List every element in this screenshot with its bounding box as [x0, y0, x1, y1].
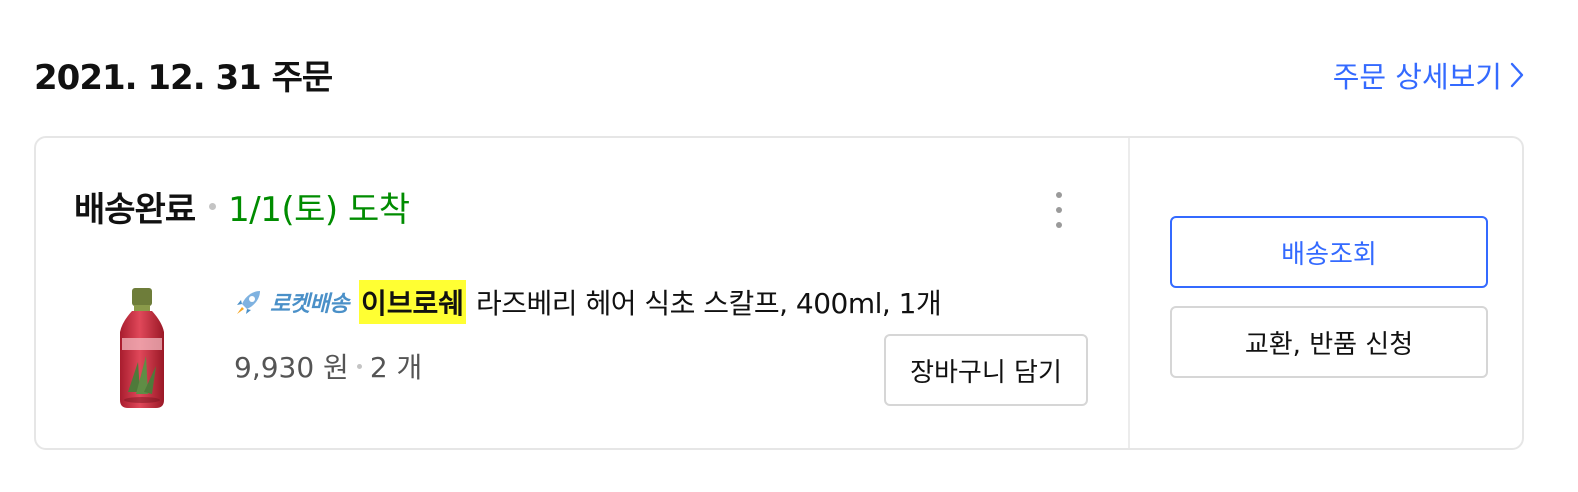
- order-card-main: 배송완료 1/1(토) 도착 로켓배송 이브로쉐 라즈베리 헤어 식초 스칼프,…: [36, 138, 1128, 448]
- delivery-status: 배송완료: [74, 190, 196, 230]
- arrival-date: 1/1(토) 도착: [228, 190, 410, 230]
- chevron-right-icon: [1510, 62, 1524, 88]
- more-vertical-icon[interactable]: [1044, 190, 1074, 230]
- order-header: 2021. 12. 31 주문 주문 상세보기: [34, 50, 1524, 100]
- rocket-delivery-label: 로켓배송: [270, 292, 349, 317]
- rocket-icon: [237, 291, 260, 314]
- delivery-status-row: 배송완료 1/1(토) 도착: [74, 182, 410, 231]
- separator-dot: [356, 363, 362, 369]
- price-quantity-row: 9,930 원 2 개: [234, 346, 422, 386]
- separator-dot: [209, 203, 217, 210]
- product-quantity: 2 개: [369, 351, 423, 384]
- product-price: 9,930 원: [234, 351, 349, 384]
- order-actions-panel: 배송조회 교환, 반품 신청: [1128, 138, 1522, 448]
- product-name: 라즈베리 헤어 식초 스칼프, 400ml, 1개: [476, 287, 942, 320]
- order-date-title: 2021. 12. 31 주문: [34, 58, 333, 98]
- order-card: 배송완료 1/1(토) 도착 로켓배송 이브로쉐 라즈베리 헤어 식초 스칼프,…: [34, 136, 1524, 450]
- product-brand: 이브로쉐: [358, 280, 467, 324]
- track-delivery-button[interactable]: 배송조회: [1170, 216, 1488, 288]
- add-to-cart-button[interactable]: 장바구니 담기: [884, 334, 1088, 406]
- order-detail-link-label: 주문 상세보기: [1332, 60, 1502, 94]
- product-image[interactable]: [106, 288, 178, 410]
- product-title-row[interactable]: 로켓배송 이브로쉐 라즈베리 헤어 식초 스칼프, 400ml, 1개: [234, 280, 942, 324]
- exchange-return-button[interactable]: 교환, 반품 신청: [1170, 306, 1488, 378]
- order-detail-link[interactable]: 주문 상세보기: [1333, 54, 1524, 96]
